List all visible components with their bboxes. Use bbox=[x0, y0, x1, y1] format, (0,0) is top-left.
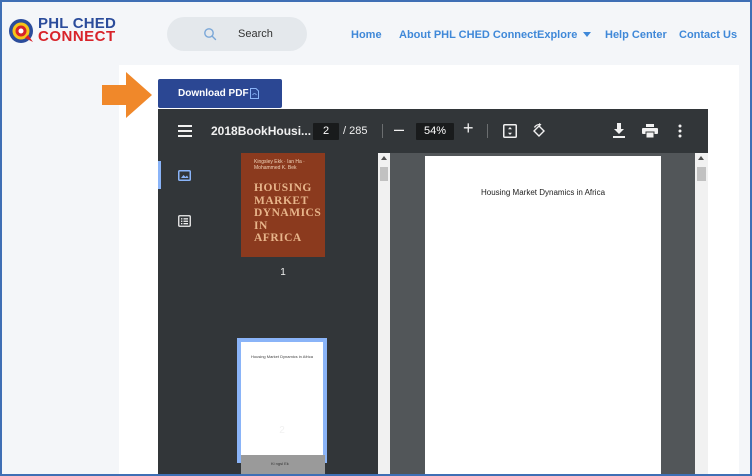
thumbnail-page-3[interactable]: Ki ngsl Ek bbox=[241, 455, 325, 474]
scroll-up-arrow-icon[interactable] bbox=[698, 156, 704, 160]
download-icon[interactable] bbox=[612, 123, 626, 138]
pdf-sidebar: Kingsley Ekk · Ian Ha · Mohammed K. Bek … bbox=[158, 153, 378, 474]
search-placeholder: Search bbox=[238, 28, 273, 40]
document-title: 2018BookHousi... bbox=[211, 124, 312, 138]
zoom-out-button[interactable]: – bbox=[394, 119, 404, 140]
toolbar-divider bbox=[487, 124, 488, 138]
nav-contact-us[interactable]: Contact Us bbox=[679, 29, 737, 41]
nav-explore-label: Explore bbox=[537, 29, 578, 41]
toolbar-divider bbox=[382, 124, 383, 138]
thumbnail-label: 1 bbox=[280, 267, 286, 278]
rotate-icon[interactable] bbox=[531, 123, 547, 139]
site-logo[interactable]: PHL CHED CONNECT bbox=[8, 16, 118, 46]
logo-text-bottom: CONNECT bbox=[38, 28, 116, 45]
thumbnail-page-1[interactable]: Kingsley Ekk · Ian Ha · Mohammed K. Bek … bbox=[241, 153, 325, 257]
outline-view-icon[interactable] bbox=[178, 215, 191, 227]
ched-seal-icon bbox=[9, 19, 33, 43]
chevron-down-icon bbox=[583, 32, 592, 37]
thumbnail-page-2[interactable]: Housing Market Dynamics in Africa bbox=[237, 338, 327, 463]
browser-frame: PHL CHED CONNECT Search Home About PHL C… bbox=[0, 0, 752, 476]
zoom-level-input[interactable]: 54% bbox=[416, 123, 454, 140]
thumbnail-page-text: Ki ngsl Ek bbox=[271, 461, 289, 466]
cover-authors: Kingsley Ekk · Ian Ha · Mohammed K. Bek bbox=[254, 159, 305, 171]
search-icon bbox=[204, 28, 217, 41]
download-pdf-label: Download PDF bbox=[178, 88, 249, 99]
page-total: / 285 bbox=[343, 125, 368, 137]
menu-icon[interactable] bbox=[178, 125, 192, 137]
scroll-up-arrow-icon[interactable] bbox=[381, 156, 387, 160]
fit-page-icon[interactable] bbox=[503, 124, 517, 138]
nav-explore[interactable]: Explore bbox=[537, 29, 592, 41]
nav-about[interactable]: About PHL CHED Connect bbox=[399, 29, 537, 41]
scrollbar-thumb[interactable] bbox=[697, 167, 706, 181]
page-heading: Housing Market Dynamics in Africa bbox=[480, 188, 606, 197]
nav-help-center[interactable]: Help Center bbox=[605, 29, 667, 41]
active-tab-indicator bbox=[158, 161, 161, 189]
more-options-icon[interactable] bbox=[678, 124, 682, 138]
scrollbar-thumb[interactable] bbox=[380, 167, 388, 181]
print-icon[interactable] bbox=[642, 124, 658, 138]
download-pdf-button[interactable]: Download PDF bbox=[158, 79, 282, 108]
pdf-file-icon bbox=[250, 88, 259, 99]
sidebar-scrollbar[interactable] bbox=[378, 153, 390, 474]
pdf-toolbar: 2018BookHousi... 2 / 285 – 54% + bbox=[158, 109, 708, 153]
page-number-input[interactable]: 2 bbox=[313, 123, 339, 140]
pdf-viewer: 2018BookHousi... 2 / 285 – 54% + Kingsle… bbox=[158, 109, 708, 474]
cover-title: HOUSING MARKET DYNAMICS IN AFRICA bbox=[254, 182, 322, 244]
pdf-page: Housing Market Dynamics in Africa bbox=[425, 156, 661, 474]
zoom-in-button[interactable]: + bbox=[463, 118, 474, 139]
thumbnail-page-text: Housing Market Dynamics in Africa bbox=[250, 354, 314, 359]
thumbnail-view-icon[interactable] bbox=[178, 170, 191, 181]
thumbnail-label: 2 bbox=[279, 425, 285, 436]
callout-arrow-icon bbox=[102, 72, 152, 118]
nav-home[interactable]: Home bbox=[351, 29, 382, 41]
page-scrollbar[interactable] bbox=[695, 153, 708, 474]
site-header: PHL CHED CONNECT Search Home About PHL C… bbox=[2, 2, 750, 65]
search-input[interactable]: Search bbox=[167, 17, 307, 51]
